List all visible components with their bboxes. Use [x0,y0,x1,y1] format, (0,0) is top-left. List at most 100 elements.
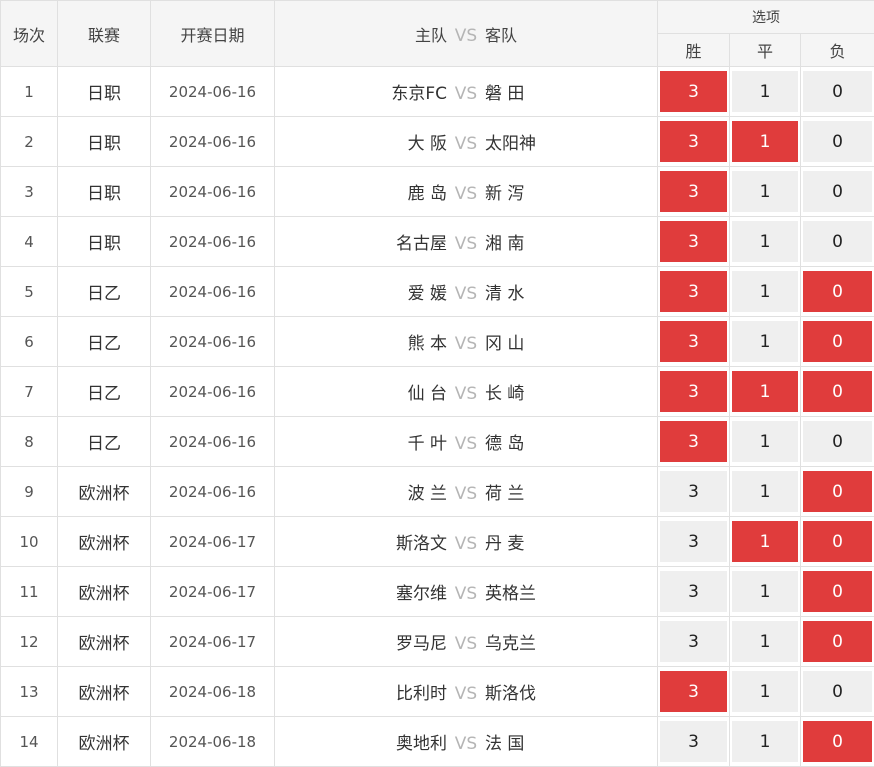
lose-option-cell: 0 [801,467,874,517]
league-name: 欧洲杯 [58,517,151,567]
win-option[interactable]: 3 [660,521,727,562]
league-name: 日职 [58,117,151,167]
home-team: 斯洛文 [277,529,447,554]
win-option[interactable]: 3 [660,421,727,462]
lose-option-cell: 0 [801,317,874,367]
home-team: 波 兰 [277,479,447,504]
table-row: 9欧洲杯2024-06-16波 兰VS荷 兰310 [1,467,874,517]
win-option[interactable]: 3 [660,221,727,262]
lose-option[interactable]: 0 [803,321,872,362]
match-number: 4 [1,217,58,267]
lose-option[interactable]: 0 [803,721,872,762]
home-team: 仙 台 [277,379,447,404]
away-team: 磐 田 [485,79,655,104]
home-team: 奥地利 [277,729,447,754]
league-name: 欧洲杯 [58,717,151,767]
table-row: 7日乙2024-06-16仙 台VS长 崎310 [1,367,874,417]
header-row: 场次 联赛 开赛日期 主队VS客队 选项 [1,1,874,34]
win-option[interactable]: 3 [660,471,727,512]
draw-option[interactable]: 1 [732,471,798,512]
lose-option[interactable]: 0 [803,171,872,212]
match-number: 11 [1,567,58,617]
header-date: 开赛日期 [151,1,275,67]
win-option[interactable]: 3 [660,671,727,712]
away-team: 斯洛伐 [485,679,655,704]
lose-option[interactable]: 0 [803,71,872,112]
draw-option-cell: 1 [730,167,801,217]
win-option[interactable]: 3 [660,171,727,212]
win-option[interactable]: 3 [660,721,727,762]
league-name: 日乙 [58,367,151,417]
home-team: 塞尔维 [277,579,447,604]
lose-option[interactable]: 0 [803,421,872,462]
draw-option[interactable]: 1 [732,171,798,212]
lose-option[interactable]: 0 [803,121,872,162]
draw-option[interactable]: 1 [732,721,798,762]
draw-option[interactable]: 1 [732,71,798,112]
win-option-cell: 3 [658,717,730,767]
table-row: 3日职2024-06-16鹿 岛VS新 泻310 [1,167,874,217]
away-team: 乌克兰 [485,629,655,654]
draw-option[interactable]: 1 [732,521,798,562]
draw-option[interactable]: 1 [732,421,798,462]
draw-option-cell: 1 [730,417,801,467]
lose-option[interactable]: 0 [803,671,872,712]
home-team: 鹿 岛 [277,179,447,204]
match-date: 2024-06-17 [151,617,275,667]
draw-option[interactable]: 1 [732,271,798,312]
match-date: 2024-06-16 [151,267,275,317]
match-number: 5 [1,267,58,317]
win-option[interactable]: 3 [660,571,727,612]
vs-label: VS [447,734,485,754]
away-team: 法 国 [485,729,655,754]
home-team: 比利时 [277,679,447,704]
win-option[interactable]: 3 [660,121,727,162]
lose-option[interactable]: 0 [803,621,872,662]
header-no: 场次 [1,1,58,67]
match-date: 2024-06-17 [151,567,275,617]
league-name: 欧洲杯 [58,467,151,517]
header-lose: 负 [801,34,874,67]
draw-option[interactable]: 1 [732,121,798,162]
match-teams: 奥地利VS法 国 [275,717,658,767]
match-number: 2 [1,117,58,167]
match-rows: 1日职2024-06-16东京FCVS磐 田3102日职2024-06-16大 … [1,67,874,767]
draw-option[interactable]: 1 [732,621,798,662]
draw-option[interactable]: 1 [732,221,798,262]
match-teams: 千 叶VS德 岛 [275,417,658,467]
league-name: 日乙 [58,267,151,317]
table-row: 11欧洲杯2024-06-17塞尔维VS英格兰310 [1,567,874,617]
lose-option[interactable]: 0 [803,221,872,262]
draw-option-cell: 1 [730,67,801,117]
draw-option[interactable]: 1 [732,671,798,712]
draw-option[interactable]: 1 [732,571,798,612]
lose-option-cell: 0 [801,217,874,267]
league-name: 日职 [58,167,151,217]
lose-option[interactable]: 0 [803,571,872,612]
lose-option[interactable]: 0 [803,371,872,412]
header-league: 联赛 [58,1,151,67]
lose-option-cell: 0 [801,617,874,667]
win-option[interactable]: 3 [660,371,727,412]
win-option-cell: 3 [658,467,730,517]
draw-option[interactable]: 1 [732,371,798,412]
lose-option[interactable]: 0 [803,471,872,512]
league-name: 欧洲杯 [58,667,151,717]
away-team: 德 岛 [485,429,655,454]
win-option[interactable]: 3 [660,271,727,312]
lose-option[interactable]: 0 [803,271,872,312]
match-table: 场次 联赛 开赛日期 主队VS客队 选项 胜 平 负 1日职2024-06-16… [0,0,874,767]
away-team: 荷 兰 [485,479,655,504]
away-team: 清 水 [485,279,655,304]
win-option-cell: 3 [658,167,730,217]
win-option[interactable]: 3 [660,321,727,362]
win-option[interactable]: 3 [660,71,727,112]
table-row: 2日职2024-06-16大 阪VS太阳神310 [1,117,874,167]
vs-label: VS [447,484,485,504]
win-option[interactable]: 3 [660,621,727,662]
lose-option[interactable]: 0 [803,521,872,562]
table-row: 10欧洲杯2024-06-17斯洛文VS丹 麦310 [1,517,874,567]
draw-option-cell: 1 [730,367,801,417]
match-teams: 罗马尼VS乌克兰 [275,617,658,667]
draw-option[interactable]: 1 [732,321,798,362]
